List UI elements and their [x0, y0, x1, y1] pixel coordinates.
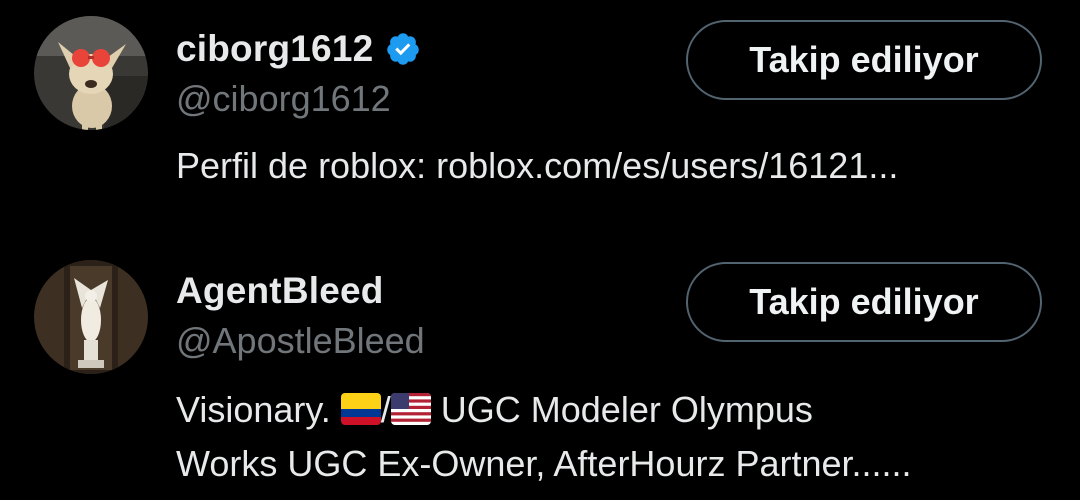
following-button[interactable]: Takip ediliyor: [686, 20, 1042, 100]
following-button[interactable]: Takip ediliyor: [686, 262, 1042, 342]
display-name[interactable]: AgentBleed: [176, 270, 384, 312]
angel-statue-avatar-image: [34, 260, 148, 374]
bio: Perfil de roblox: roblox.com/es/users/16…: [176, 145, 899, 186]
display-name[interactable]: ciborg1612: [176, 28, 373, 70]
handle: @ApostleBleed: [176, 320, 425, 361]
colombia-flag-icon: [340, 393, 381, 425]
bio-line-1: Visionary. / UGC Modeler Olympus: [176, 383, 1056, 437]
verified-badge-icon: [385, 31, 421, 67]
bio-line-2: Works UGC Ex-Owner, AfterHourz Partner..…: [176, 443, 912, 484]
handle: @ciborg1612: [176, 78, 391, 119]
chihuahua-avatar-image: [34, 16, 148, 130]
display-name-line: ciborg1612: [176, 22, 421, 76]
display-name-line: AgentBleed: [176, 264, 384, 318]
bio-text: Visionary.: [176, 389, 341, 430]
avatar[interactable]: [34, 260, 148, 374]
bio-separator: /: [380, 389, 391, 430]
usa-flag-icon: [390, 393, 431, 425]
avatar[interactable]: [34, 16, 148, 130]
bio-text: UGC Modeler Olympus: [430, 389, 813, 430]
